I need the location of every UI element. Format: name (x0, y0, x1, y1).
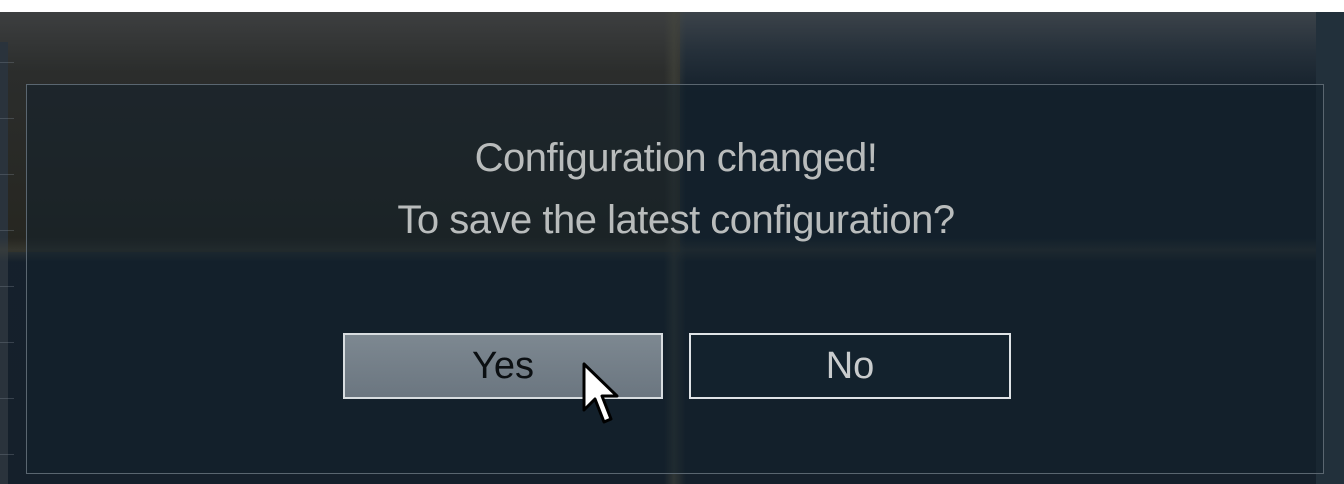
confirm-save-dialog: Configuration changed! To save the lates… (26, 84, 1324, 474)
screen: Configuration changed! To save the lates… (0, 12, 1344, 484)
dialog-message-line1: Configuration changed! (474, 136, 878, 180)
no-button[interactable]: No (689, 333, 1011, 399)
background-ruler (0, 62, 14, 482)
yes-button[interactable]: Yes (343, 333, 663, 399)
dialog-message-line2: To save the latest configuration? (397, 198, 955, 242)
